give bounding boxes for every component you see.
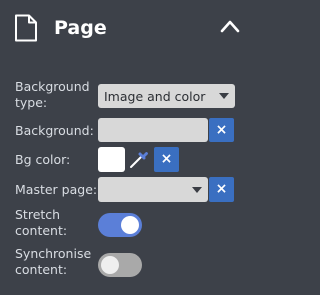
eyedropper-icon[interactable]: [128, 148, 150, 170]
clear-bg-color-button[interactable]: ×: [154, 147, 179, 172]
background-type-value: Image and color: [104, 89, 206, 104]
panel-title: Page: [54, 17, 107, 39]
background-type-label: Background type:: [15, 79, 90, 110]
background-label: Background:: [15, 123, 94, 138]
bg-color-swatch[interactable]: [98, 147, 125, 172]
chevron-down-icon: [219, 93, 229, 99]
close-icon: ×: [215, 122, 228, 138]
page-properties-panel: Page Background type: Image and color Ba…: [0, 0, 251, 295]
bg-color-label: Bg color:: [15, 152, 71, 167]
page-icon: [15, 14, 37, 42]
stretch-content-label: Stretch content:: [15, 207, 68, 238]
synchronise-content-label: Synchronise content:: [15, 246, 92, 277]
master-page-label: Master page:: [15, 182, 98, 197]
background-field[interactable]: [98, 118, 208, 142]
toggle-knob: [121, 216, 139, 234]
close-icon: ×: [160, 151, 173, 167]
stretch-content-toggle[interactable]: [98, 213, 142, 237]
clear-background-button[interactable]: ×: [209, 118, 234, 142]
chevron-down-icon: [192, 187, 202, 193]
panel-header: Page: [0, 0, 251, 60]
clear-master-page-button[interactable]: ×: [209, 177, 234, 202]
background-type-select[interactable]: Image and color: [98, 84, 235, 108]
synchronise-content-toggle[interactable]: [98, 253, 142, 277]
chevron-up-icon[interactable]: [219, 18, 241, 34]
toggle-knob: [101, 256, 119, 274]
close-icon: ×: [215, 181, 228, 197]
master-page-select[interactable]: [98, 177, 208, 202]
